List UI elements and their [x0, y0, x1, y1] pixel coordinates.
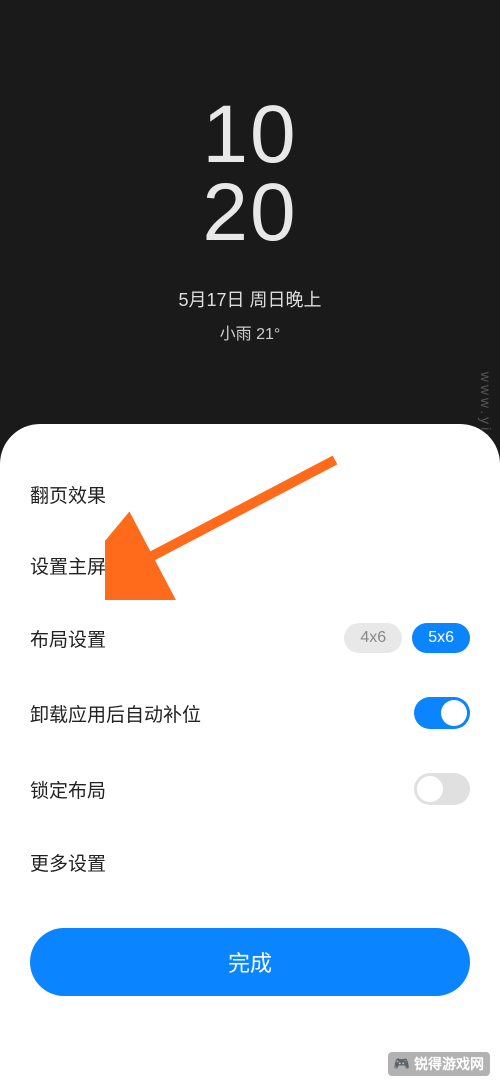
clock-minute: 20: [202, 174, 297, 252]
watermark-side: www.yiruida.c: [478, 371, 494, 496]
settings-panel: 翻页效果 设置主屏 布局设置 4x6 5x6 卸载应用后自动补位 锁定布局 更多…: [0, 424, 500, 1084]
clock-hour: 10: [202, 96, 297, 174]
layout-label: 布局设置: [30, 625, 106, 652]
row-layout: 布局设置 4x6 5x6: [30, 601, 470, 675]
lock-layout-label: 锁定布局: [30, 776, 106, 803]
date-line: 5月17日 周日晚上: [178, 286, 321, 312]
homescreen-preview: 10 20 5月17日 周日晚上 小雨 21°: [0, 0, 500, 440]
row-lock-layout: 锁定布局: [30, 751, 470, 827]
auto-fill-toggle[interactable]: [414, 697, 470, 729]
row-more-settings[interactable]: 更多设置: [30, 827, 470, 898]
set-home-label: 设置主屏: [30, 552, 106, 579]
weather-line: 小雨 21°: [220, 320, 281, 344]
row-set-home[interactable]: 设置主屏: [30, 530, 470, 601]
lock-layout-toggle[interactable]: [414, 773, 470, 805]
layout-option-4x6[interactable]: 4x6: [344, 623, 402, 653]
layout-options: 4x6 5x6: [344, 623, 470, 653]
layout-option-5x6[interactable]: 5x6: [412, 623, 470, 653]
watermark-bottom: 锐得游戏网: [388, 1052, 490, 1076]
auto-fill-label: 卸载应用后自动补位: [30, 700, 201, 727]
row-auto-fill: 卸载应用后自动补位: [30, 675, 470, 751]
page-effect-label: 翻页效果: [30, 481, 106, 508]
clock-widget: 10 20: [202, 96, 297, 252]
row-page-effect[interactable]: 翻页效果: [30, 459, 470, 530]
more-settings-label: 更多设置: [30, 849, 106, 876]
toggle-knob: [417, 776, 443, 802]
done-button[interactable]: 完成: [30, 928, 470, 996]
toggle-knob: [441, 700, 467, 726]
